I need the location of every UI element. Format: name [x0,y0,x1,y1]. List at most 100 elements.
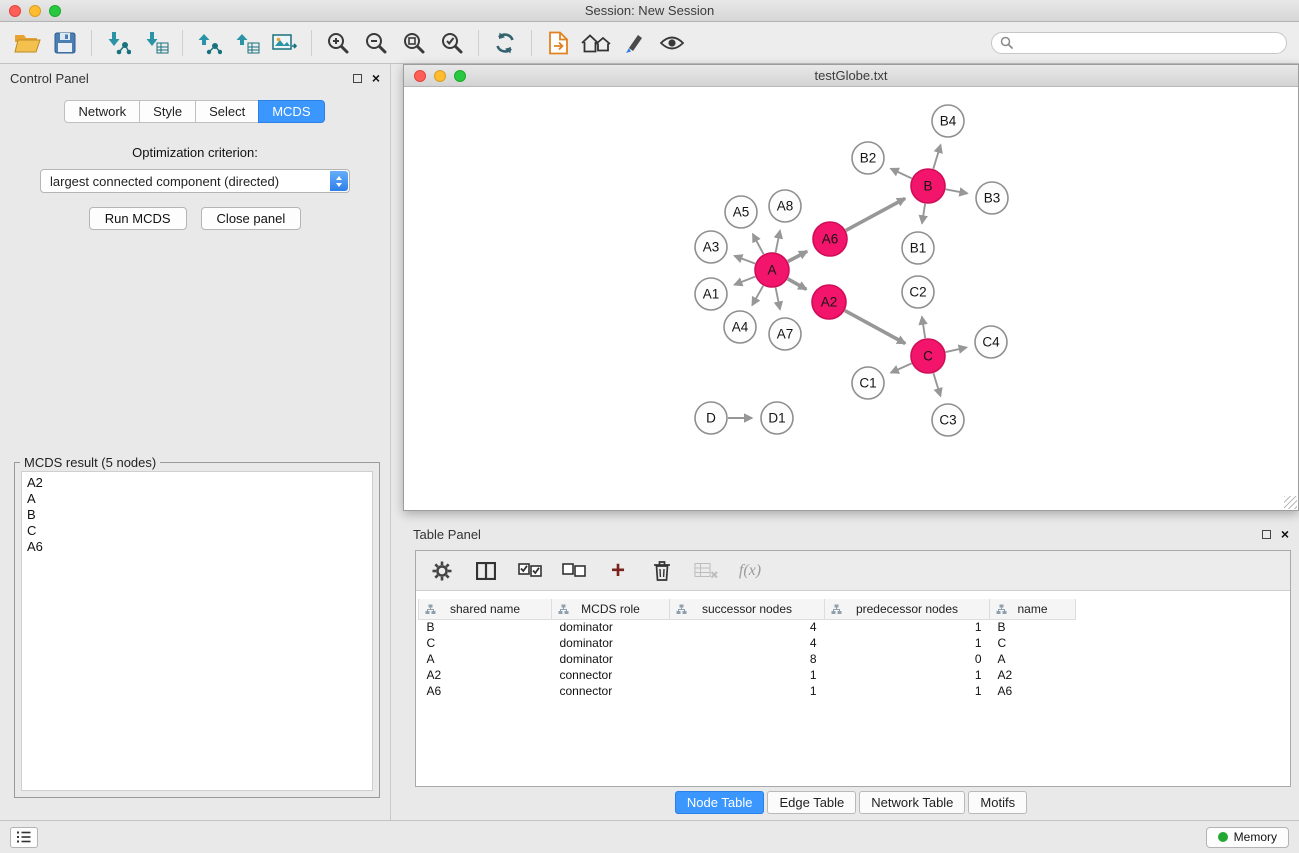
minimize-network-window-button[interactable] [434,70,446,82]
graph-node-A5[interactable]: A5 [725,196,757,228]
function-builder-button[interactable]: f(x) [738,557,762,585]
open-report-button[interactable] [539,25,577,61]
graph-node-A7[interactable]: A7 [769,318,801,350]
table-cell[interactable]: B [419,619,552,635]
table-cell[interactable]: B [990,619,1076,635]
zoom-out-button[interactable] [357,25,395,61]
run-mcds-button[interactable]: Run MCDS [89,207,187,230]
column-header-MCDS-role[interactable]: MCDS role [552,599,670,619]
optimization-dropdown[interactable]: largest connected component (directed) [40,169,350,193]
delete-column-button[interactable] [650,557,674,585]
graph-node-B4[interactable]: B4 [932,105,964,137]
table-cell[interactable]: A6 [419,683,552,699]
graph-edge-A-A8[interactable] [776,231,780,253]
graph-node-C4[interactable]: C4 [975,326,1007,358]
search-input[interactable] [1018,36,1278,50]
table-row[interactable]: A6connector11A6 [419,683,1289,699]
column-header-predecessor-nodes[interactable]: predecessor nodes [825,599,990,619]
graph-edge-B-B2[interactable] [891,169,912,179]
zoom-in-button[interactable] [319,25,357,61]
graph-edge-B-B4[interactable] [933,145,940,169]
table-cell[interactable]: 1 [825,635,990,651]
graph-edge-A-A4[interactable] [752,286,763,306]
tab-node-table[interactable]: Node Table [675,791,765,814]
search-field[interactable] [991,32,1287,54]
column-header-name[interactable]: name [990,599,1076,619]
graph-node-A4[interactable]: A4 [724,311,756,343]
table-row[interactable]: A2connector11A2 [419,667,1289,683]
table-cell[interactable]: A2 [990,667,1076,683]
table-cell[interactable]: connector [552,683,670,699]
close-panel-icon[interactable]: × [372,72,380,84]
table-cell[interactable]: 1 [670,667,825,683]
table-cell[interactable]: 4 [670,619,825,635]
column-header-shared-name[interactable]: shared name [419,599,552,619]
add-column-button[interactable]: + [606,557,630,585]
table-cell[interactable]: 1 [670,683,825,699]
graph-node-A8[interactable]: A8 [769,190,801,222]
open-file-button[interactable] [8,25,46,61]
table-cell[interactable]: dominator [552,635,670,651]
graph-node-B1[interactable]: B1 [902,232,934,264]
table-cell[interactable]: A6 [990,683,1076,699]
close-panel-button[interactable]: Close panel [201,207,302,230]
table-row[interactable]: Bdominator41B [419,619,1289,635]
graph-edge-B-B1[interactable] [922,204,925,224]
mcds-result-item[interactable]: A2 [27,475,367,491]
network-window-titlebar[interactable]: testGlobe.txt [404,65,1298,87]
export-table-button[interactable] [228,25,266,61]
export-network-button[interactable] [190,25,228,61]
apply-layout-button[interactable] [486,25,524,61]
graph-edge-B-B3[interactable] [946,189,968,193]
table-cell[interactable]: 4 [670,635,825,651]
float-panel-icon[interactable] [353,74,362,83]
table-row[interactable]: Cdominator41C [419,635,1289,651]
graph-node-C2[interactable]: C2 [902,276,934,308]
graph-node-D1[interactable]: D1 [761,402,793,434]
graph-node-B[interactable]: B [911,169,945,203]
mcds-result-list[interactable]: A2ABCA6 [21,471,373,791]
tab-motifs[interactable]: Motifs [968,791,1027,814]
table-cell[interactable]: A [419,651,552,667]
mcds-result-item[interactable]: C [27,523,367,539]
table-cell[interactable]: 1 [825,619,990,635]
table-cell[interactable]: 1 [825,683,990,699]
import-table-button[interactable] [137,25,175,61]
filter-button[interactable] [615,25,653,61]
float-panel-icon[interactable] [1262,530,1271,539]
graph-edge-A-A5[interactable] [753,234,764,254]
select-all-button[interactable] [518,557,542,585]
memory-button[interactable]: Memory [1206,827,1289,848]
graph-node-A6[interactable]: A6 [813,222,847,256]
graph-node-A3[interactable]: A3 [695,231,727,263]
tab-style[interactable]: Style [139,100,196,123]
tab-network-table[interactable]: Network Table [859,791,965,814]
resize-handle[interactable] [1284,496,1297,509]
graph-node-D[interactable]: D [695,402,727,434]
graph-edge-C-C1[interactable] [891,363,912,372]
graph-edge-A6-B[interactable] [846,198,905,230]
graph-node-A[interactable]: A [755,253,789,287]
table-cell[interactable]: A2 [419,667,552,683]
show-hide-button[interactable] [653,25,691,61]
table-cell[interactable]: C [419,635,552,651]
graph-node-A1[interactable]: A1 [695,278,727,310]
task-history-button[interactable] [10,827,38,848]
graph-edge-A2-C[interactable] [845,311,905,344]
graph-node-B2[interactable]: B2 [852,142,884,174]
table-cell[interactable]: A [990,651,1076,667]
zoom-fit-button[interactable] [395,25,433,61]
mcds-result-item[interactable]: B [27,507,367,523]
graph-node-B3[interactable]: B3 [976,182,1008,214]
close-window-button[interactable] [9,5,21,17]
graph-node-C[interactable]: C [911,339,945,373]
table-row[interactable]: Adominator80A [419,651,1289,667]
graph-node-A2[interactable]: A2 [812,285,846,319]
show-columns-button[interactable] [474,557,498,585]
import-network-button[interactable] [99,25,137,61]
table-cell[interactable]: 8 [670,651,825,667]
close-network-window-button[interactable] [414,70,426,82]
minimize-window-button[interactable] [29,5,41,17]
delete-table-button[interactable] [694,557,718,585]
graph-edge-A-A6[interactable] [788,251,807,261]
